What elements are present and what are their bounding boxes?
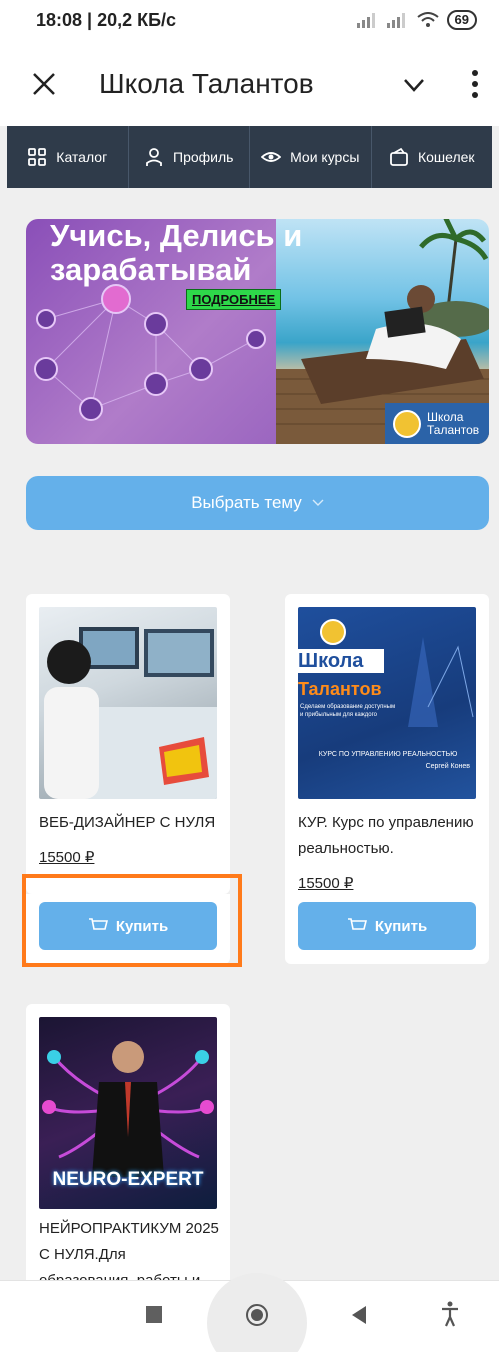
more-menu-icon[interactable]: [468, 68, 482, 100]
status-time: 18:08 | 20,2 КБ/с: [36, 10, 177, 30]
main-nav: Каталог Профиль Мои курсы Кошелек: [7, 126, 492, 188]
signal-icon: [356, 13, 375, 28]
school-logo-icon: [393, 409, 421, 438]
nav-item-label: Мои курсы: [290, 149, 360, 165]
product-card-kur[interactable]: Школа Талантов Сделаем образование досту…: [285, 594, 489, 964]
kur-school-word: Школа: [298, 649, 384, 673]
recents-button[interactable]: [146, 1306, 162, 1323]
status-bar: 18:08 | 20,2 КБ/с 69: [0, 0, 499, 44]
nav-item-label: Кошелек: [417, 149, 475, 165]
accessibility-icon[interactable]: [440, 1301, 460, 1327]
eye-icon: [261, 152, 282, 162]
product-image-web-designer: [39, 607, 217, 799]
grid-icon: [28, 148, 47, 166]
nav-item-catalog[interactable]: Каталог: [7, 126, 129, 188]
theme-select[interactable]: Выбрать тему: [26, 476, 489, 530]
product-image-kur: Школа Талантов Сделаем образование досту…: [298, 607, 476, 799]
nav-item-my-courses[interactable]: Мои курсы: [250, 126, 372, 188]
product-name: КУР. Курс по управлению реальностью.: [298, 814, 474, 857]
home-button[interactable]: [245, 1303, 269, 1327]
neuro-image-title: NEURO-EXPERT: [52, 1169, 204, 1190]
close-icon[interactable]: [30, 70, 58, 98]
person-icon: [146, 148, 162, 166]
status-indicators: 69: [356, 10, 477, 30]
badge-line1: Школа: [427, 409, 464, 424]
chevron-down-icon[interactable]: [402, 74, 426, 96]
kur-subtitle: Сделаем образование доступным и прибыльн…: [300, 704, 396, 718]
banner-more-link[interactable]: ПОДРОБНЕЕ: [186, 289, 282, 310]
theme-select-label: Выбрать тему: [191, 493, 302, 512]
school-badge: Школа Талантов: [385, 403, 489, 444]
banner-headline: Учись, Делись и зарабатывай: [50, 219, 302, 287]
kur-author: Сергей Конев: [425, 763, 470, 770]
nav-item-label: Профиль: [173, 149, 234, 165]
system-nav-bar: [0, 1273, 499, 1352]
product-name: НЕЙРОПРАКТИКУМ 2025 С НУЛЯ.Для образован…: [39, 1220, 219, 1280]
kur-talents-word: Талантов: [298, 679, 382, 699]
highlight-frame: [22, 874, 242, 967]
page-title: Школа Талантов: [99, 68, 314, 99]
battery-indicator: 69: [446, 10, 477, 30]
app-bar: Школа Талантов: [0, 44, 499, 126]
product-price: 15500 ₽: [39, 849, 95, 866]
kur-course-title: КУРС ПО УПРАВЛЕНИЮ РЕАЛЬНОСТЬЮ: [318, 751, 458, 758]
cart-icon: [347, 918, 367, 930]
product-price: 15500 ₽: [298, 875, 354, 892]
nav-item-label: Каталог: [56, 149, 108, 165]
promo-banner[interactable]: Учись, Делись и зарабатывай ПОДРОБНЕЕ Шк…: [26, 219, 489, 444]
banner-headline-line1: Учись, Делись и: [50, 219, 303, 253]
product-name: ВЕБ-ДИЗАЙНЕР С НУЛЯ: [39, 814, 216, 831]
wallet-icon: [390, 147, 408, 166]
buy-button-label: Купить: [374, 917, 428, 935]
banner-headline-line2: зарабатывай: [50, 252, 252, 287]
back-button[interactable]: [350, 1305, 368, 1325]
buy-button[interactable]: Купить: [298, 902, 476, 950]
wifi-icon: [416, 12, 439, 27]
product-image-neuro: NEURO-EXPERT: [39, 1017, 217, 1209]
signal-icon-2: [386, 13, 405, 28]
nav-item-wallet[interactable]: Кошелек: [372, 126, 493, 188]
product-card-web-designer[interactable]: ВЕБ-ДИЗАЙНЕР С НУЛЯ 15500 ₽: [26, 594, 230, 894]
nav-item-profile[interactable]: Профиль: [129, 126, 250, 188]
badge-line2: Талантов: [427, 422, 480, 437]
product-card-neuro[interactable]: NEURO-EXPERT НЕЙРОПРАКТИКУМ 2025 С НУЛЯ.…: [26, 1004, 230, 1294]
chevron-down-icon: [312, 499, 324, 506]
